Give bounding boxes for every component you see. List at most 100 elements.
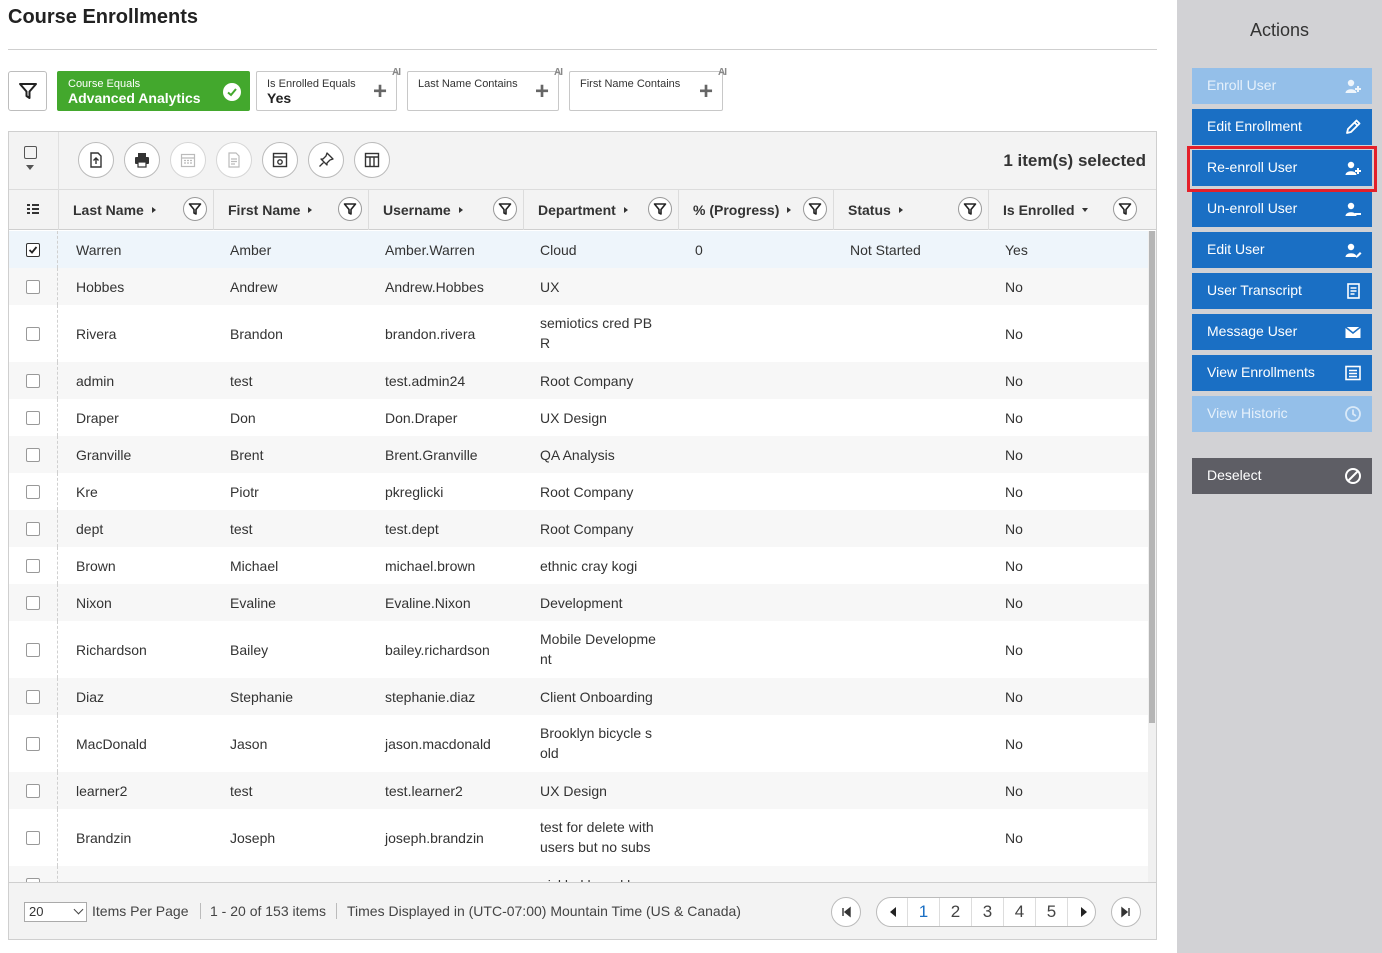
row-checkbox[interactable] <box>26 595 40 610</box>
selected-count: 1 item(s) selected <box>1003 151 1146 170</box>
column-header-first-name[interactable]: First Name <box>213 190 368 230</box>
table-row[interactable]: Warren Amber Amber.Warren 0 Not Started Yes Cl… <box>9 231 1148 268</box>
column-filter-button[interactable] <box>338 197 362 221</box>
grid-header-row: Last Name First Name Username Department % (… <box>9 190 1156 230</box>
table-row[interactable]: Brown Michael michael.brown No ethnic cray k… <box>9 547 1148 584</box>
sort-right-icon[interactable] <box>457 206 465 214</box>
cell-user: michael.brown <box>385 557 476 574</box>
items-per-page-select[interactable]: 20 <box>24 902 87 922</box>
report-button[interactable] <box>216 142 252 178</box>
scrollbar-thumb[interactable] <box>1149 231 1155 723</box>
edit-user-button[interactable]: Edit User <box>1192 232 1372 268</box>
table-row[interactable]: admin test test.admin24 No Root Company <box>9 362 1148 399</box>
table-row[interactable]: Rivera Brandon brandon.rivera No semiotics c… <box>9 305 1148 362</box>
table-row[interactable]: Richardson Bailey bailey.richardson No Mobil… <box>9 621 1148 678</box>
page-2-button[interactable]: 2 <box>939 898 971 926</box>
deselect-button[interactable]: Deselect <box>1192 458 1372 494</box>
row-checkbox[interactable] <box>26 410 40 425</box>
plus-icon[interactable]: + <box>373 80 387 104</box>
row-checkbox[interactable] <box>26 642 40 657</box>
table-row[interactable]: learner2 test test.learner2 No UX Design <box>9 772 1148 809</box>
row-divider <box>57 547 58 584</box>
table-row[interactable]: Hobbes Andrew Andrew.Hobbes No UX <box>9 268 1148 305</box>
prev-page-button[interactable] <box>877 898 909 926</box>
plus-icon[interactable]: + <box>699 80 713 104</box>
row-checkbox[interactable] <box>26 373 40 388</box>
filter-chip-is-enrolled[interactable]: Is Enrolled Equals Yes + AI <box>256 67 401 111</box>
row-checkbox[interactable] <box>26 242 40 257</box>
next-page-button[interactable] <box>1067 898 1095 926</box>
row-checkbox[interactable] <box>26 736 40 751</box>
sort-right-icon[interactable] <box>897 206 905 214</box>
column-filter-button[interactable] <box>648 197 672 221</box>
column-filter-button[interactable] <box>493 197 517 221</box>
table-row[interactable]: Draper Don Don.Draper No UX Design <box>9 399 1148 436</box>
calendar-button[interactable] <box>170 142 206 178</box>
select-all-checkbox[interactable] <box>24 146 42 180</box>
print-button[interactable] <box>124 142 160 178</box>
row-checkbox[interactable] <box>26 830 40 845</box>
row-checkbox[interactable] <box>26 558 40 573</box>
column-filter-button[interactable] <box>803 197 827 221</box>
column-header-department[interactable]: Department <box>523 190 678 230</box>
column-header-last-name[interactable]: Last Name <box>58 190 213 230</box>
table-row[interactable]: Granville Brent Brent.Granville No QA Analys… <box>9 436 1148 473</box>
filter-chip-course[interactable]: Course Equals Advanced Analytics <box>57 71 250 111</box>
grid-scrollbar[interactable] <box>1148 231 1156 882</box>
filter-chip-first-name[interactable]: First Name Contains + AI <box>569 67 727 111</box>
un-enroll-user-button[interactable]: Un-enroll User <box>1192 191 1372 227</box>
column-header-is-enrolled[interactable]: Is Enrolled <box>988 190 1143 230</box>
row-checkbox[interactable] <box>26 447 40 462</box>
edit-enrollment-button[interactable]: Edit Enrollment <box>1192 109 1372 145</box>
export-button[interactable] <box>78 142 114 178</box>
first-page-button[interactable] <box>831 897 861 927</box>
row-checkbox[interactable] <box>26 689 40 704</box>
column-header-username[interactable]: Username <box>368 190 523 230</box>
table-row[interactable]: Nixon Evaline Evaline.Nixon No Development <box>9 584 1148 621</box>
column-header-progress[interactable]: % (Progress) <box>678 190 833 230</box>
row-checkbox[interactable] <box>26 279 40 294</box>
view-enrollments-button[interactable]: View Enrollments <box>1192 355 1372 391</box>
ai-icon: AI <box>554 67 563 78</box>
user-transcript-button[interactable]: User Transcript <box>1192 273 1372 309</box>
row-divider <box>57 362 58 399</box>
view-historic-button[interactable]: View Historic <box>1192 396 1372 432</box>
table-row[interactable]: Kre Piotr pkreglicki No Root Company <box>9 473 1148 510</box>
sort-right-icon[interactable] <box>150 206 158 214</box>
last-page-button[interactable] <box>1111 897 1141 927</box>
filter-toggle-button[interactable] <box>8 71 47 111</box>
row-checkbox[interactable] <box>26 484 40 499</box>
cell-last: Warren <box>76 241 122 258</box>
table-row[interactable]: pickled beard besp <box>9 866 1148 882</box>
table-row[interactable]: Brandzin Joseph joseph.brandzin No test for … <box>9 809 1148 866</box>
column-header-status[interactable]: Status <box>833 190 988 230</box>
table-row[interactable]: dept test test.dept No Root Company <box>9 510 1148 547</box>
grid-toolbar: 1 item(s) selected <box>9 132 1156 190</box>
pin-button[interactable] <box>308 142 344 178</box>
sort-right-icon[interactable] <box>306 206 314 214</box>
sort-down-icon[interactable] <box>1081 206 1089 214</box>
column-filter-button[interactable] <box>183 197 207 221</box>
message-user-button[interactable]: Message User <box>1192 314 1372 350</box>
settings-window-button[interactable] <box>262 142 298 178</box>
page-5-button[interactable]: 5 <box>1035 898 1067 926</box>
page-3-button[interactable]: 3 <box>971 898 1003 926</box>
row-checkbox[interactable] <box>26 326 40 341</box>
page-4-button[interactable]: 4 <box>1003 898 1035 926</box>
columns-button[interactable] <box>354 142 390 178</box>
enroll-user-button[interactable]: Enroll User <box>1192 68 1372 104</box>
sort-right-icon[interactable] <box>785 206 793 214</box>
table-row[interactable]: Diaz Stephanie stephanie.diaz No Client Onbo… <box>9 678 1148 715</box>
column-menu-icon[interactable] <box>26 202 40 216</box>
caret-right-icon <box>1080 907 1087 917</box>
plus-icon[interactable]: + <box>535 80 549 104</box>
row-checkbox[interactable] <box>26 783 40 798</box>
filter-chip-last-name[interactable]: Last Name Contains + AI <box>407 67 563 111</box>
column-filter-button[interactable] <box>1113 197 1137 221</box>
chevron-down-icon[interactable] <box>26 165 34 170</box>
column-filter-button[interactable] <box>958 197 982 221</box>
sort-right-icon[interactable] <box>622 206 630 214</box>
table-row[interactable]: MacDonald Jason jason.macdonald No Brooklyn … <box>9 715 1148 772</box>
page-1-button[interactable]: 1 <box>907 898 939 926</box>
row-checkbox[interactable] <box>26 521 40 536</box>
